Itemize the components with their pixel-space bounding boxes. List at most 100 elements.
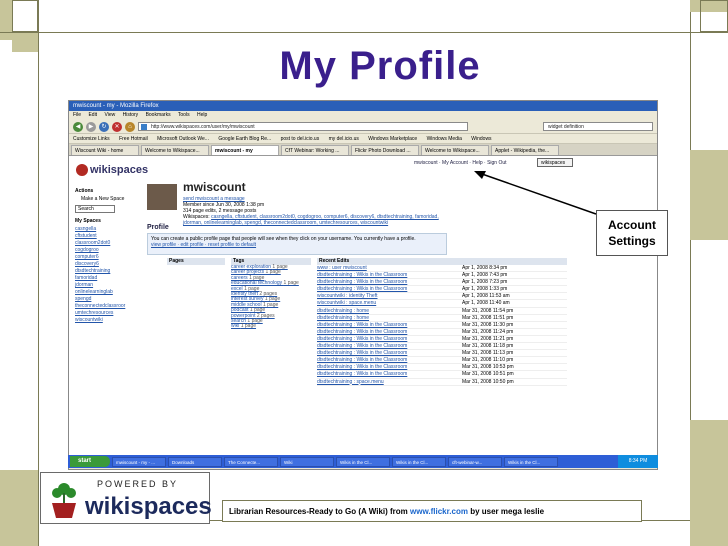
bookmark-item[interactable]: Windows Media (427, 136, 462, 142)
wikispaces-badge[interactable]: wikispaces (537, 158, 573, 167)
edit-date: Mar 31, 2008 11:13 pm (462, 350, 514, 357)
edit-row: dtsdtechtraining : home Mar 31, 2008 11:5… (317, 315, 567, 322)
edit-page-link[interactable]: dtsdtechtraining : Wikis in the Classroo… (317, 286, 462, 292)
bookmark-item[interactable]: Free Hotmail (119, 136, 148, 142)
caption-link[interactable]: www.flickr.com (410, 507, 468, 516)
edit-page-link[interactable]: dtsdtechtraining : space.menu (317, 379, 462, 385)
browser-tab[interactable]: Flickr Photo Download ... (351, 145, 419, 155)
bookmark-item[interactable]: post to del.icio.us (281, 136, 320, 142)
wikispaces-logo[interactable]: wikispaces (74, 160, 148, 180)
browser-tab[interactable]: CfT Webinar: Working ... (281, 145, 349, 155)
edit-date: Mar 31, 2008 11:18 pm (462, 343, 514, 350)
reload-icon[interactable]: ↻ (99, 121, 109, 132)
edit-page-link[interactable]: dtsdtechtraining : Wikis in the Classroo… (317, 329, 462, 335)
edit-page-link[interactable]: dtsdtechtraining : Wikis in the Classroo… (317, 343, 462, 349)
taskbar-item[interactable]: Wikis in the Cl... (336, 456, 390, 467)
edit-page-link[interactable]: dtsdtechtraining : Wikis in the Classroo… (317, 272, 462, 278)
space-link[interactable]: umtechresources (75, 310, 141, 316)
edit-page-link[interactable]: dtsdtechtraining : Wikis in the Classroo… (317, 371, 462, 377)
bookmark-item[interactable]: Microsoft Outlook We... (157, 136, 209, 142)
browser-tab[interactable]: Applet - Wikipedia, the... (491, 145, 559, 155)
edit-page-link[interactable]: dtsdtechtraining : Wikis in the Classroo… (317, 357, 462, 363)
edit-page-link[interactable]: dtsdtechtraining : home (317, 308, 462, 314)
home-icon[interactable]: ⌂ (125, 121, 135, 132)
wikispaces-list[interactable]: casngella, cftstudent, classroom2dot0, c… (183, 214, 439, 226)
account-settings-callout: Account Settings (596, 210, 668, 256)
space-link[interactable]: spengd (75, 296, 141, 302)
edit-page-link[interactable]: wiscountwiki : identity Theft (317, 293, 462, 299)
edit-page-link[interactable]: dtsdtechtraining : Wikis in the Classroo… (317, 364, 462, 370)
menu-item-edit[interactable]: Edit (88, 112, 97, 118)
space-link[interactable]: jdorman (75, 282, 141, 288)
tags-column: Tags career exploration 1 page career pro… (231, 258, 311, 330)
edit-date: Apr 1, 2008 7:43 pm (462, 272, 508, 279)
menu-item-view[interactable]: View (104, 112, 115, 118)
forward-icon[interactable]: ▶ (86, 121, 96, 132)
edit-date: Apr 1, 2008 7:23 pm (462, 279, 508, 286)
pages-heading: Pages (167, 258, 225, 265)
callout-line: Settings (608, 234, 656, 248)
edit-page-link[interactable]: wiscountwiki : space.menu (317, 300, 462, 306)
bookmark-item[interactable]: Windows (471, 136, 491, 142)
space-link[interactable]: wiscountwiki (75, 317, 141, 323)
taskbar-clock: 8:34 PM (618, 455, 658, 468)
menu-item-bookmarks[interactable]: Bookmarks (146, 112, 171, 118)
back-icon[interactable]: ◀ (73, 121, 83, 132)
menu-item-file[interactable]: File (73, 112, 81, 118)
taskbar-item[interactable]: Downloads (168, 456, 222, 467)
space-link[interactable]: cftstudent (75, 233, 141, 239)
account-links[interactable]: mwiscount · My Account · Help · Sign Out (414, 160, 507, 166)
space-link[interactable]: theconnectedclassroor (75, 303, 141, 309)
left-decoration (0, 0, 38, 546)
edit-page-link[interactable]: dtsdtechtraining : Wikis in the Classroo… (317, 279, 462, 285)
space-link[interactable]: casngella (75, 226, 141, 232)
address-bar[interactable]: http://www.wikispaces.com/user/my/mwisco… (138, 122, 468, 131)
profile-links[interactable]: view profile · edit profile · reset prof… (151, 242, 443, 248)
start-button[interactable]: start (70, 456, 110, 467)
browser-tab-active[interactable]: mwiscount - my (211, 145, 279, 155)
stop-icon[interactable]: ✕ (112, 121, 122, 132)
window-title-bar: mwiscount - my - Mozilla Firefox (69, 101, 657, 111)
taskbar-item[interactable]: cft-webinar-w... (448, 456, 502, 467)
edit-page-link[interactable]: dtsdtechtraining : Wikis in the Classroo… (317, 336, 462, 342)
taskbar-item[interactable]: mwiscount - my - ... (112, 456, 166, 467)
space-link[interactable]: discovery6 (75, 261, 141, 267)
space-link[interactable]: famoridad (75, 275, 141, 281)
edit-row: dtsdtechtraining : space.menu Mar 31, 200… (317, 379, 567, 386)
edit-row: dtsdtechtraining : Wikis in the Classroo… (317, 322, 567, 329)
tag-link[interactable]: wiki 1 page (231, 324, 311, 329)
space-link[interactable]: classroom2dot0 (75, 240, 141, 246)
taskbar-item[interactable]: Wiki (280, 456, 334, 467)
bookmark-item[interactable]: Windows Marketplace (368, 136, 417, 142)
taskbar-item[interactable]: Wikis in the Cl... (504, 456, 558, 467)
menu-item-history[interactable]: History (123, 112, 139, 118)
space-link[interactable]: cogdogroo (75, 247, 141, 253)
taskbar-item[interactable]: Wikis in the Cl... (392, 456, 446, 467)
search-field[interactable]: Search (75, 205, 115, 213)
deco-fill (690, 150, 728, 240)
callout-arrow-icon (474, 171, 597, 215)
new-space-link[interactable]: Make a New Space (81, 196, 141, 202)
browser-tab[interactable]: Welcome to Wikispace... (421, 145, 489, 155)
taskbar-item[interactable]: The Connecte... (224, 456, 278, 467)
space-link[interactable]: dtsdtechtraining (75, 268, 141, 274)
bookmark-item[interactable]: my del.icio.us (329, 136, 359, 142)
edit-date: Mar 31, 2008 11:10 pm (462, 357, 514, 364)
bookmark-item[interactable]: Google Earth Blog Re... (218, 136, 271, 142)
browser-tab[interactable]: Wiscount Wiki - home (71, 145, 139, 155)
edit-page-link[interactable]: www : user mwiscount (317, 265, 462, 271)
space-link[interactable]: onlinelearninglab (75, 289, 141, 295)
edit-date: Mar 31, 2008 10:53 pm (462, 364, 514, 371)
bookmark-item[interactable]: Customize Links (73, 136, 110, 142)
browser-tab[interactable]: Welcome to Wikispace... (141, 145, 209, 155)
space-link[interactable]: computer6 (75, 254, 141, 260)
edit-page-link[interactable]: dtsdtechtraining : Wikis in the Classroo… (317, 350, 462, 356)
tag-count: 1 page (240, 323, 257, 330)
menu-item-help[interactable]: Help (197, 112, 207, 118)
edit-page-link[interactable]: dtsdtechtraining : home (317, 315, 462, 321)
edit-page-link[interactable]: dtsdtechtraining : Wikis in the Classroo… (317, 322, 462, 328)
menu-item-tools[interactable]: Tools (178, 112, 190, 118)
flower-icon (76, 164, 88, 176)
edit-date: Mar 31, 2008 11:21 pm (462, 335, 514, 342)
search-input[interactable]: widget definition (543, 122, 653, 131)
